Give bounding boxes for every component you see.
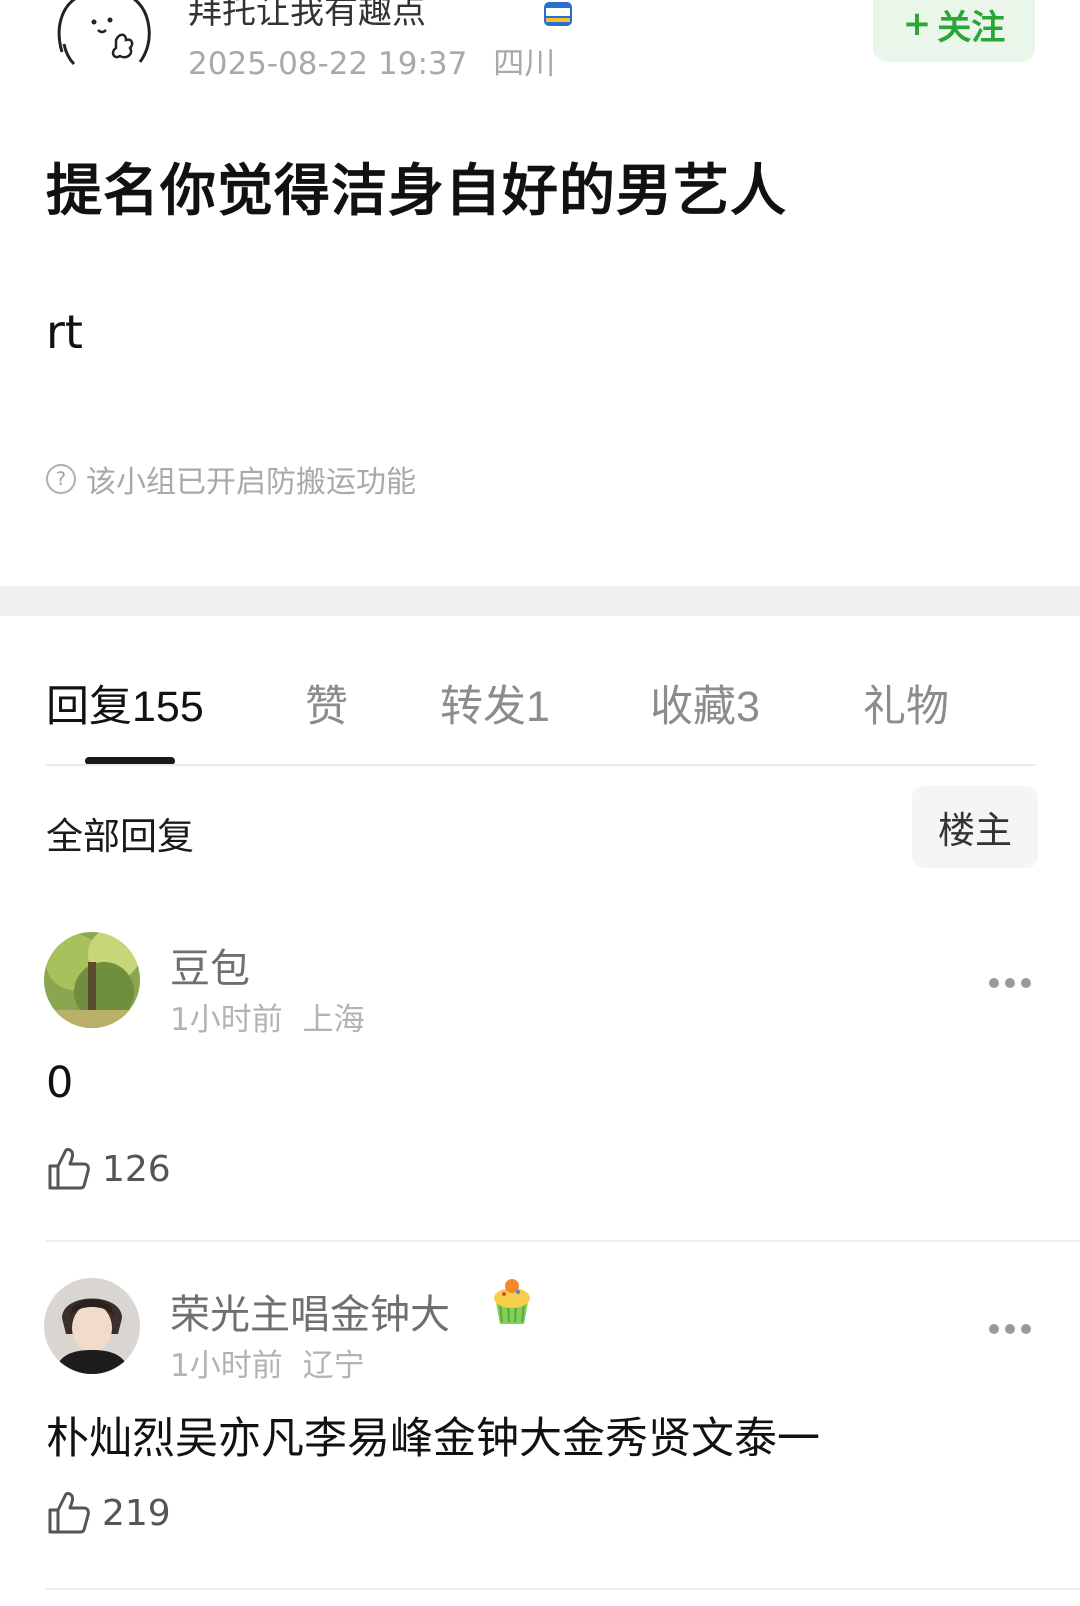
like-button[interactable]: 219 xyxy=(46,1490,171,1536)
comment-item: 豆包 1小时前 上海 0 126 xyxy=(0,932,1080,1192)
badge-icon xyxy=(540,0,576,28)
op-filter-button[interactable]: 楼主 xyxy=(912,786,1038,868)
section-divider xyxy=(0,586,1080,616)
comment-location: 辽宁 xyxy=(302,1348,365,1384)
like-count: 126 xyxy=(102,1148,171,1190)
more-icon[interactable] xyxy=(988,1320,1032,1334)
comment-meta: 1小时前 辽宁 xyxy=(170,1340,365,1385)
follow-label: 关注 xyxy=(937,7,1006,48)
question-icon: ? xyxy=(46,464,76,494)
tab-count: 3 xyxy=(736,683,760,731)
tabs-divider xyxy=(46,764,1036,766)
more-icon[interactable] xyxy=(988,974,1032,988)
tab-label: 收藏 xyxy=(650,682,736,732)
comment-divider xyxy=(46,1240,1080,1242)
cupcake-icon xyxy=(484,1272,540,1328)
anti-copy-text: 该小组已开启防搬运功能 xyxy=(86,465,416,500)
thumbs-up-icon xyxy=(48,1492,90,1534)
tab-count: 155 xyxy=(132,683,204,731)
like-button[interactable]: 126 xyxy=(46,1146,171,1192)
tab-label: 礼物 xyxy=(863,682,949,732)
post-timestamp: 2025-08-22 19:37 xyxy=(188,46,468,82)
plus-icon: + xyxy=(902,4,932,44)
author-name[interactable]: 拜托让我有趣点 xyxy=(188,0,426,33)
tab-gifts[interactable]: 礼物 xyxy=(863,672,949,734)
anti-copy-notice[interactable]: ? 该小组已开启防搬运功能 xyxy=(46,457,416,501)
comment-username[interactable]: 荣光主唱金钟大 xyxy=(170,1282,450,1340)
author-avatar[interactable] xyxy=(54,0,154,72)
follow-button[interactable]: + 关注 xyxy=(873,0,1035,62)
tab-reposts[interactable]: 转发1 xyxy=(440,672,550,734)
like-count: 219 xyxy=(102,1492,171,1534)
comment-username[interactable]: 豆包 xyxy=(170,936,250,994)
comment-text: 朴灿烈吴亦凡李易峰金钟大金秀贤文泰一 xyxy=(46,1414,820,1464)
post-body: rt xyxy=(46,305,83,359)
tab-label: 赞 xyxy=(305,682,348,732)
comment-item: 荣光主唱金钟大 1小时前 辽宁 朴灿烈吴亦凡李易峰金钟大金秀贤文泰一 219 xyxy=(0,1278,1080,1538)
post-meta: 2025-08-22 19:37 四川 xyxy=(188,38,555,83)
comment-text: 0 xyxy=(46,1058,74,1108)
post-title: 提名你觉得洁身自好的男艺人 xyxy=(46,159,787,224)
comment-meta: 1小时前 上海 xyxy=(170,994,365,1039)
comment-time: 1小时前 xyxy=(170,1348,283,1384)
tab-count: 1 xyxy=(526,683,550,731)
avatar[interactable] xyxy=(44,932,140,1028)
thumbs-up-icon xyxy=(48,1148,90,1190)
tab-likes[interactable]: 赞 xyxy=(305,672,348,734)
post-tabs: 回复155 赞 转发1 收藏3 礼物 xyxy=(46,672,1036,752)
tab-favorites[interactable]: 收藏3 xyxy=(650,672,760,734)
comment-divider xyxy=(46,1588,1080,1590)
tab-label: 转发 xyxy=(440,682,526,732)
avatar[interactable] xyxy=(44,1278,140,1374)
all-replies-label: 全部回复 xyxy=(46,815,194,858)
tab-replies[interactable]: 回复155 xyxy=(46,672,204,734)
comment-location: 上海 xyxy=(302,1002,365,1038)
tab-label: 回复 xyxy=(46,682,132,732)
post-location: 四川 xyxy=(493,46,556,82)
post-detail-page: 拜托让我有趣点 2025-08-22 19:37 四川 + 关注 提名你觉得洁身… xyxy=(0,0,1080,1606)
comment-time: 1小时前 xyxy=(170,1002,283,1038)
